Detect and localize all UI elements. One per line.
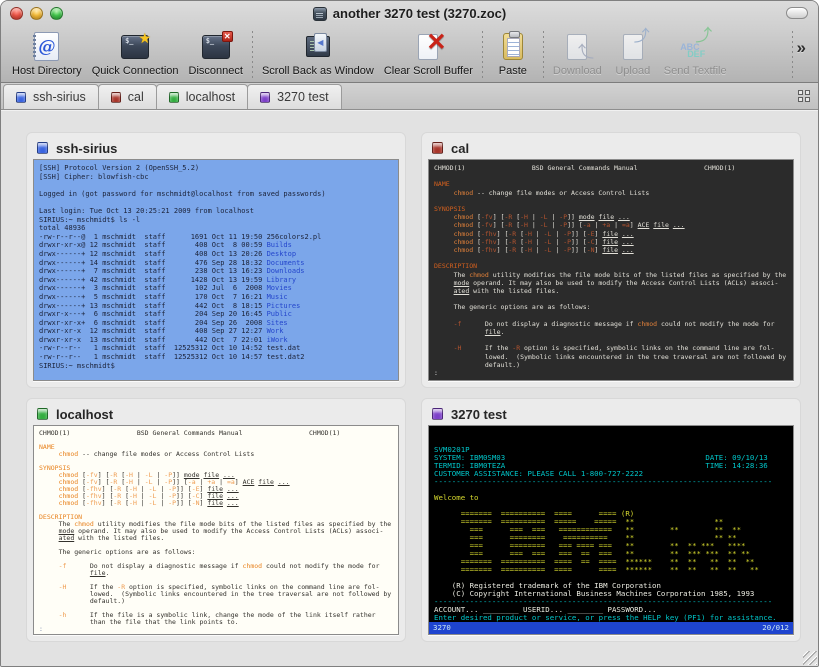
terminal-star-icon: ★ xyxy=(121,35,149,59)
session-color-icon xyxy=(260,92,270,103)
session-color-icon xyxy=(432,142,443,154)
terminal-ssh-sirius[interactable]: [SSH] Protocol Version 2 (OpenSSH_5.2)[S… xyxy=(33,159,399,381)
send-textfile-button: ABCDEF⤴ Send Textfile xyxy=(659,28,732,78)
document-icon xyxy=(313,7,327,21)
upload-button: ⤴ Upload xyxy=(607,28,659,78)
quick-connection-button[interactable]: ★ Quick Connection xyxy=(87,28,184,78)
scroll-back-as-window-button[interactable]: ◀ Scroll Back as Window xyxy=(257,28,379,78)
app-window: another 3270 test (3270.zoc) @ Host Dire… xyxy=(0,0,819,667)
terminal-cal[interactable]: CHMOD(1) BSD General Commands Manual CHM… xyxy=(428,159,794,381)
toolbar-separator xyxy=(792,31,793,79)
toolbar-overflow-button[interactable]: » xyxy=(797,38,806,58)
session-color-icon xyxy=(432,408,443,420)
toolbar-toggle-button[interactable] xyxy=(786,7,808,19)
sessions-grid: ssh-sirius [SSH] Protocol Version 2 (Ope… xyxy=(1,110,818,667)
host-directory-button[interactable]: @ Host Directory xyxy=(7,28,87,78)
tab-bar: ssh-sirius cal localhost 3270 test xyxy=(1,83,818,110)
download-icon: ⤴ xyxy=(567,34,587,60)
toolbar-separator xyxy=(252,31,253,79)
session-pane-cal[interactable]: cal CHMOD(1) BSD General Commands Manual… xyxy=(421,132,801,388)
tab-localhost[interactable]: localhost xyxy=(156,84,248,109)
tab-ssh-sirius[interactable]: ssh-sirius xyxy=(3,84,99,109)
pane-title: ssh-sirius xyxy=(56,141,117,156)
pane-title: cal xyxy=(451,141,469,156)
status-right: 20/012 xyxy=(762,624,789,632)
session-pane-ssh-sirius[interactable]: ssh-sirius [SSH] Protocol Version 2 (Ope… xyxy=(26,132,406,388)
session-color-icon xyxy=(37,408,48,420)
status-left: 3270 xyxy=(433,624,451,632)
window-resize-grip[interactable] xyxy=(803,651,817,665)
paste-button[interactable]: Paste xyxy=(487,28,539,78)
window-title: another 3270 test (3270.zoc) xyxy=(333,6,506,21)
session-color-icon xyxy=(16,92,26,103)
scrollback-window-icon: ◀ xyxy=(306,36,330,57)
toolbar: @ Host Directory ★ Quick Connection ✕ Di… xyxy=(1,26,818,82)
tab-3270-test[interactable]: 3270 test xyxy=(247,84,341,109)
terminal-localhost[interactable]: CHMOD(1) BSD General Commands Manual CHM… xyxy=(33,425,399,635)
disconnect-button[interactable]: ✕ Disconnect xyxy=(184,28,248,78)
toolbar-separator xyxy=(543,31,544,79)
close-button[interactable] xyxy=(10,7,23,20)
session-color-icon xyxy=(169,92,179,103)
address-book-icon: @ xyxy=(34,32,59,61)
pane-title: localhost xyxy=(56,407,113,422)
zoom-button[interactable] xyxy=(50,7,63,20)
terminal-3270-test[interactable]: SVM0201PSYSTEM: IBM0SM03 DATE: 09/10/13T… xyxy=(428,425,794,635)
tab-cal[interactable]: cal xyxy=(98,84,157,109)
pane-title: 3270 test xyxy=(451,407,507,422)
clear-scroll-buffer-button[interactable]: ✕ Clear Scroll Buffer xyxy=(379,28,478,78)
toolbar-separator xyxy=(482,31,483,79)
traffic-lights xyxy=(10,7,63,20)
send-textfile-icon: ABCDEF⤴ xyxy=(680,34,710,60)
title-bar[interactable]: another 3270 test (3270.zoc) xyxy=(1,1,818,26)
minimize-button[interactable] xyxy=(30,7,43,20)
session-color-icon xyxy=(111,92,121,103)
terminal-status-bar: 3270 20/012 xyxy=(429,622,793,634)
session-pane-3270-test[interactable]: 3270 test SVM0201PSYSTEM: IBM0SM03 DATE:… xyxy=(421,398,801,642)
window-chrome: another 3270 test (3270.zoc) @ Host Dire… xyxy=(1,1,818,83)
terminal-x-icon: ✕ xyxy=(202,35,230,59)
session-color-icon xyxy=(37,142,48,154)
session-pane-localhost[interactable]: localhost CHMOD(1) BSD General Commands … xyxy=(26,398,406,642)
download-button: ⤴ Download xyxy=(548,28,607,78)
clipboard-icon xyxy=(503,33,523,60)
upload-icon: ⤴ xyxy=(623,34,643,60)
tile-view-button[interactable] xyxy=(798,90,810,102)
